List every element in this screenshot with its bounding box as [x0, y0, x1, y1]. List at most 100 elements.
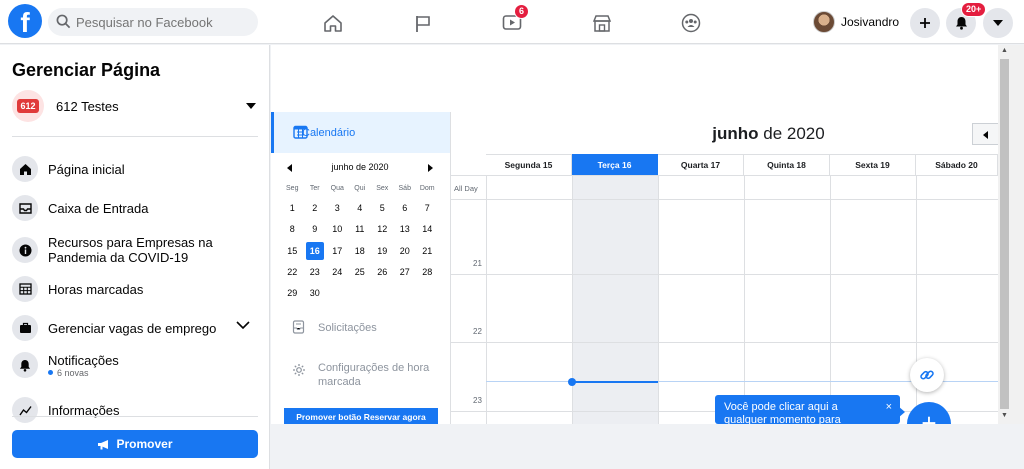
create-button[interactable]: [910, 8, 940, 38]
sidebar-item-appointments[interactable]: Horas marcadas: [12, 276, 258, 302]
sidebar-item-label: Notificações: [48, 352, 119, 368]
tab-requests[interactable]: Solicitações: [271, 320, 450, 336]
notifications-button[interactable]: 20+: [946, 2, 987, 38]
profile-button[interactable]: Josivandro: [813, 10, 899, 34]
mini-calendar-day[interactable]: 12: [371, 219, 394, 240]
facebook-logo-letter: f: [20, 7, 30, 38]
mini-calendar-day[interactable]: 28: [416, 262, 439, 283]
mini-calendar-day[interactable]: 20: [394, 241, 417, 262]
mini-calendar-day[interactable]: 13: [394, 219, 417, 240]
sidebar-item-insights[interactable]: Informações: [12, 397, 258, 423]
mini-calendar-day[interactable]: 18: [349, 241, 372, 262]
grid-vertical-line: [658, 176, 659, 424]
weekday-label: Sáb: [398, 185, 411, 192]
mini-calendar-title: junho de 2020: [331, 162, 389, 172]
mini-calendar-day[interactable]: 8: [281, 219, 304, 240]
marketplace-nav-button[interactable]: [588, 10, 616, 36]
sidebar-item-inbox[interactable]: Caixa de Entrada: [12, 195, 258, 221]
mini-calendar-day[interactable]: 4: [349, 198, 372, 219]
mini-calendar-day[interactable]: 14: [416, 219, 439, 240]
current-time-dot: [568, 378, 576, 386]
mini-calendar-day[interactable]: 9: [304, 219, 327, 240]
current-time-line-today: [572, 381, 658, 383]
scroll-up-arrow[interactable]: ▲: [1001, 47, 1008, 54]
mini-calendar-day[interactable]: 25: [349, 262, 372, 283]
next-month-icon[interactable]: [428, 164, 433, 172]
hour-label: 22: [473, 327, 482, 336]
sidebar-item-notifications[interactable]: Notificações 6 novas: [12, 352, 258, 378]
tab-appointment-settings[interactable]: Configurações de hora marcada: [271, 361, 450, 391]
weekday-label: Ter: [309, 185, 320, 192]
mini-calendar-day[interactable]: 5: [371, 198, 394, 219]
mini-calendar-day[interactable]: 22: [281, 262, 304, 283]
appointments-content: Calendário junho de 2020 Seg Ter Qua Qui Sex…: [271, 45, 998, 424]
sidebar-item-home[interactable]: Página inicial: [12, 156, 258, 182]
mini-calendar-day[interactable]: 3: [326, 198, 349, 219]
create-appointment-button-wrapper: +: [905, 400, 955, 424]
video-badge: 6: [514, 4, 530, 19]
hour-label: 21: [473, 259, 482, 268]
close-icon[interactable]: ×: [886, 401, 892, 414]
mini-calendar-day[interactable]: 23: [304, 262, 327, 283]
marketplace-icon: [592, 14, 612, 32]
grid-horizontal-line: [451, 199, 998, 200]
sidebar-item-label: Caixa de Entrada: [48, 200, 149, 216]
groups-nav-button[interactable]: [677, 10, 705, 36]
content-scrollbar[interactable]: ▲ ▼: [998, 45, 1024, 424]
previous-week-button[interactable]: [972, 123, 998, 145]
sidebar-item-covid-resources[interactable]: Recursos para Empresas na Pandemia da CO…: [12, 235, 258, 265]
plus-icon: [920, 18, 930, 28]
copy-link-button[interactable]: [910, 358, 944, 392]
notifications-badge: 20+: [961, 2, 987, 17]
caret-down-icon: [993, 20, 1003, 26]
calendar-month-name: junho: [712, 124, 759, 143]
mini-calendar-day[interactable]: 10: [326, 219, 349, 240]
promote-book-now-button[interactable]: Promover botão Reservar agora: [284, 408, 438, 424]
mini-calendar-day[interactable]: 24: [326, 262, 349, 283]
bell-icon: [12, 352, 38, 378]
search-box[interactable]: [48, 8, 258, 36]
promote-button-label: Promover: [116, 437, 173, 451]
mini-calendar-day[interactable]: 11: [349, 219, 372, 240]
mini-calendar-day[interactable]: 27: [394, 262, 417, 283]
mini-calendar-day[interactable]: 29: [281, 283, 304, 304]
mini-calendar-day[interactable]: 19: [371, 241, 394, 262]
mini-calendar-day[interactable]: 1: [281, 198, 304, 219]
account-menu-button[interactable]: [983, 8, 1013, 38]
page-switcher[interactable]: 612 612 Testes: [12, 90, 258, 122]
home-icon: [324, 14, 342, 32]
day-column-header: Sábado 20: [916, 154, 998, 175]
day-column-header: Sexta 19: [830, 154, 916, 175]
watch-nav-button[interactable]: 6: [498, 4, 530, 36]
mini-calendar-day[interactable]: 30: [304, 283, 327, 304]
weekday-label: Sex: [376, 185, 389, 192]
promote-button[interactable]: Promover: [12, 430, 258, 458]
sidebar-item-label: Gerenciar vagas de emprego: [48, 320, 217, 336]
hour-label: 23: [473, 396, 482, 405]
mini-calendar-day[interactable]: 17: [326, 241, 349, 262]
table-icon: [12, 276, 38, 302]
tab-calendar[interactable]: Calendário: [271, 112, 450, 153]
mini-calendar-day[interactable]: 21: [416, 241, 439, 262]
mini-calendar-day[interactable]: 6: [394, 198, 417, 219]
caret-down-icon[interactable]: [246, 103, 256, 109]
facebook-logo[interactable]: f: [8, 4, 42, 38]
mini-calendar-day[interactable]: 7: [416, 198, 439, 219]
scrollbar-thumb[interactable]: [1000, 59, 1009, 409]
search-icon: [56, 14, 71, 29]
mini-calendar-day[interactable]: 2: [304, 198, 327, 219]
mini-calendar-day[interactable]: 26: [371, 262, 394, 283]
mini-calendar-day-selected[interactable]: 16: [305, 241, 324, 260]
create-appointment-button[interactable]: +: [907, 402, 951, 424]
chevron-down-icon[interactable]: [236, 321, 250, 330]
sidebar-title: Gerenciar Página: [12, 60, 161, 80]
mini-calendar-day[interactable]: 15: [281, 241, 304, 262]
search-input[interactable]: [76, 8, 254, 36]
briefcase-icon: [12, 315, 38, 341]
pages-nav-button[interactable]: [409, 10, 437, 36]
booking-navigation: Calendário junho de 2020 Seg Ter Qua Qui Sex…: [271, 112, 451, 424]
home-nav-button[interactable]: [319, 10, 347, 36]
sidebar-item-label: Horas marcadas: [48, 281, 144, 297]
scroll-down-arrow[interactable]: ▼: [1001, 412, 1008, 419]
sidebar-item-jobs[interactable]: Gerenciar vagas de emprego: [12, 315, 258, 341]
